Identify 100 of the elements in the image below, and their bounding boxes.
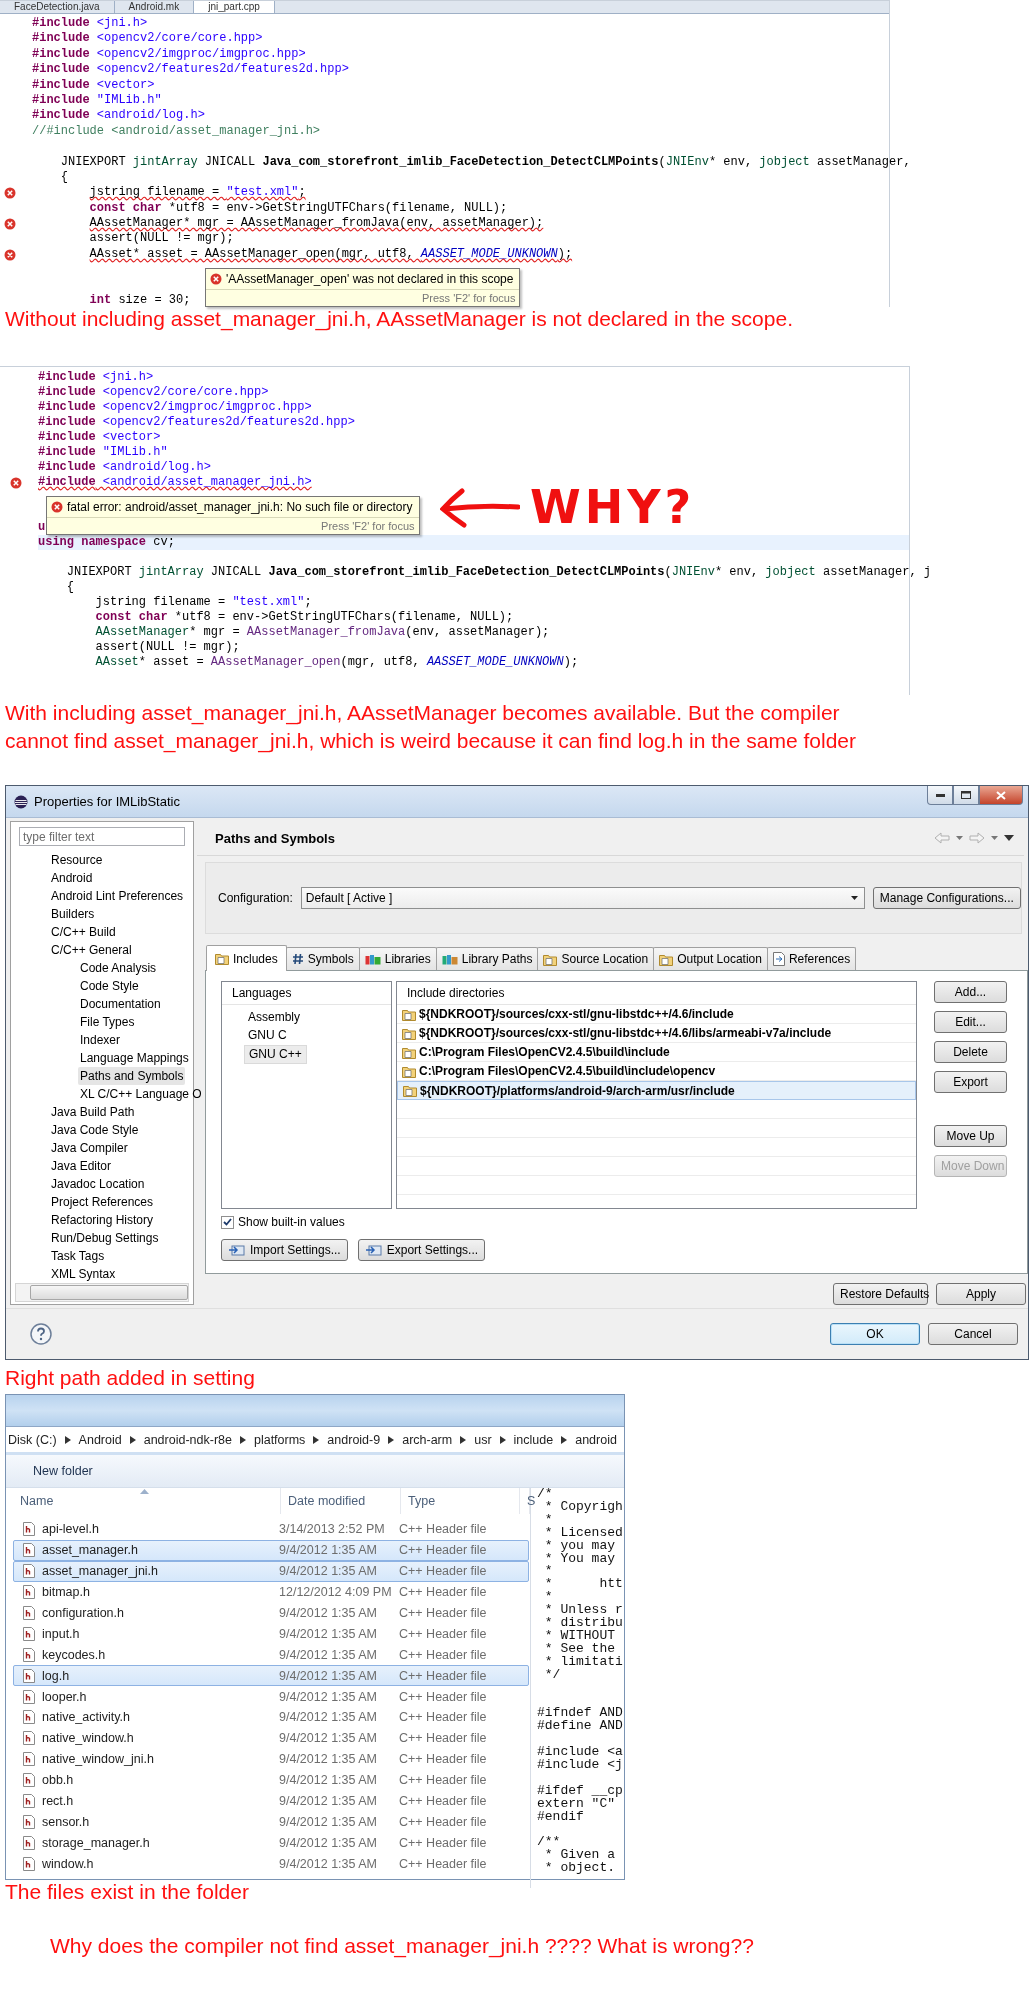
breadcrumb-item[interactable]: android-9 [327, 1432, 381, 1447]
manage-configurations-button[interactable]: Manage Configurations... [872, 887, 1021, 909]
side-button[interactable]: Move Up [934, 1125, 1007, 1147]
side-button[interactable]: Edit... [934, 1011, 1007, 1033]
breadcrumb-item[interactable]: arch-arm [402, 1432, 453, 1447]
page-button[interactable]: Restore Defaults [833, 1283, 928, 1305]
breadcrumb-item[interactable]: android [575, 1432, 617, 1447]
tree-item[interactable]: Code Style [78, 977, 141, 996]
code-line: #include <jni.h> [32, 16, 148, 32]
file-row[interactable]: rect.h 9/4/2012 1:35 AM C++ Header file [13, 1790, 529, 1812]
directory-row[interactable]: C:\Program Files\OpenCV2.4.5\build\include [397, 1043, 916, 1062]
toolbar-button[interactable]: New folder [29, 1461, 97, 1481]
breadcrumb-item[interactable]: Android [78, 1432, 122, 1447]
side-button[interactable]: Add... [934, 981, 1007, 1003]
tree-item[interactable]: Java Code Style [49, 1121, 141, 1140]
file-row[interactable]: asset_manager_jni.h 9/4/2012 1:35 AM C++ Header file [13, 1560, 529, 1582]
file-row[interactable]: storage_manager.h 9/4/2012 1:35 AM C++ Header file [13, 1832, 529, 1854]
tree-item[interactable]: Resource [49, 851, 105, 870]
breadcrumb-item[interactable]: Disk (C:) [8, 1432, 57, 1447]
column-header[interactable]: S [527, 1494, 536, 1508]
tab[interactable]: Source Location [537, 947, 655, 970]
tree-item[interactable]: Code Analysis [78, 959, 159, 978]
file-row[interactable]: obb.h 9/4/2012 1:35 AM C++ Header file [13, 1769, 529, 1791]
directory-row[interactable]: ${NDKROOT}/sources/cxx-stl/gnu-libstdc++/4.6/libs/armeabi-v7a/include [397, 1024, 916, 1043]
tree-item[interactable]: Language Mappings [78, 1049, 191, 1068]
file-type: C++ Header file [399, 1710, 487, 1725]
file-type: C++ Header file [399, 1626, 487, 1641]
file-row[interactable]: window.h 9/4/2012 1:35 AM C++ Header file [13, 1853, 529, 1875]
filter-field[interactable]: type filter text [19, 827, 185, 847]
language-item[interactable]: Assembly [244, 1009, 304, 1026]
tree-item[interactable]: Paths and Symbols [78, 1067, 186, 1086]
file-row[interactable]: input.h 9/4/2012 1:35 AM C++ Header file [13, 1623, 529, 1645]
breadcrumb-item[interactable]: platforms [253, 1432, 306, 1447]
directory-row[interactable]: ${NDKROOT}/sources/cxx-stl/gnu-libstdc++/4.6/include [397, 1005, 916, 1024]
file-row[interactable]: native_window_jni.h 9/4/2012 1:35 AM C++ Header file [13, 1748, 529, 1770]
page-button[interactable]: Apply [936, 1283, 1026, 1305]
code-line: #include <opencv2/core/core.hpp> [38, 385, 269, 400]
tree-item[interactable]: Project References [49, 1193, 156, 1212]
dialog-button[interactable]: OK [830, 1323, 920, 1345]
breadcrumb-item[interactable]: usr [474, 1432, 492, 1447]
tree-item[interactable]: Java Compiler [49, 1139, 130, 1158]
configuration-dropdown[interactable]: Default [ Active ] [300, 887, 865, 909]
editor-tab[interactable]: jni_part.cpp [194, 1, 275, 13]
file-date: 9/4/2012 1:35 AM [279, 1752, 377, 1767]
question-text: Why does the compiler not find asset_manager_jni.h ???? What is wrong?? [50, 1934, 754, 1958]
tab[interactable]: Output Location [653, 947, 768, 970]
tab[interactable]: Libraries [358, 947, 437, 970]
tree-item[interactable]: XL C/C++ Language O [78, 1085, 204, 1104]
column-header[interactable]: Name [20, 1494, 54, 1508]
settings-button[interactable]: Import Settings... [221, 1239, 348, 1261]
tree-item[interactable]: Task Tags [49, 1247, 107, 1266]
tree-item[interactable]: Android [49, 869, 95, 888]
tab[interactable]: Includes [206, 945, 287, 971]
editor-tab[interactable]: FaceDetection.java [0, 1, 115, 13]
code-line: JNIEXPORT jintArray JNICALL Java_com_storefront_imlib_FaceDetection_DetectCLMPoints(JNIEnv* env, jobject assetManager, [60, 154, 911, 170]
tree-item[interactable]: XML Syntax [49, 1265, 118, 1284]
code-line: AAsset* asset = AAssetManager_open(mgr, utf8, AASSET_MODE_UNKNOWN); [89, 246, 573, 263]
code-line: JNIEXPORT jintArray JNICALL Java_com_storefront_imlib_FaceDetection_DetectCLMPoints(JNIEnv* env, jobject assetManager, j [66, 565, 931, 580]
tree-item[interactable]: Indexer [78, 1031, 123, 1050]
file-row[interactable]: looper.h 9/4/2012 1:35 AM C++ Header file [13, 1686, 529, 1707]
tab[interactable]: Symbols [285, 947, 360, 970]
side-button[interactable]: Export [934, 1071, 1007, 1093]
file-row[interactable]: api-level.h 3/14/2013 2:52 PM C++ Header file [13, 1519, 529, 1540]
side-button[interactable]: Delete [934, 1041, 1007, 1063]
code-line: #include <opencv2/imgproc/imgproc.hpp> [32, 46, 306, 63]
language-item[interactable]: GNU C++ [244, 1045, 307, 1064]
preview-line: #ifdef __cp [537, 1784, 623, 1798]
tree-item[interactable]: Javadoc Location [49, 1175, 147, 1194]
tree-item[interactable]: Java Editor [49, 1157, 114, 1176]
tree-item[interactable]: Documentation [78, 995, 163, 1014]
file-row[interactable]: log.h 9/4/2012 1:35 AM C++ Header file [13, 1665, 529, 1687]
settings-button[interactable]: Export Settings... [357, 1239, 486, 1261]
tree-item[interactable]: File Types [78, 1013, 137, 1032]
tree-item[interactable]: Java Build Path [49, 1103, 137, 1122]
tree-item[interactable]: C/C++ General [49, 941, 134, 960]
column-header[interactable]: Date modified [288, 1494, 366, 1508]
language-item[interactable]: GNU C [244, 1027, 291, 1044]
tree-item[interactable]: C/C++ Build [49, 923, 118, 942]
breadcrumb-item[interactable]: include [513, 1432, 554, 1447]
file-name: rect.h [42, 1794, 74, 1808]
file-row[interactable]: native_activity.h 9/4/2012 1:35 AM C++ Header file [13, 1707, 529, 1728]
column-header[interactable]: Type [408, 1494, 436, 1508]
dialog-button[interactable]: Cancel [928, 1323, 1018, 1345]
file-row[interactable]: bitmap.h 12/12/2012 4:09 PM C++ Header file [13, 1581, 529, 1603]
caption-text: With including asset_manager_jni.h, AAssetManager becomes available. But the compiler [5, 700, 840, 727]
tree-item[interactable]: Android Lint Preferences [49, 887, 186, 906]
code-line: const char *utf8 = env->GetStringUTFChars(filename, NULL); [95, 610, 514, 625]
file-row[interactable]: configuration.h 9/4/2012 1:35 AM C++ Header file [13, 1602, 529, 1624]
tab[interactable]: References [766, 947, 857, 970]
tab[interactable]: Library Paths [435, 947, 539, 970]
tree-item[interactable]: Builders [49, 905, 97, 924]
preview-line: * [543, 1591, 553, 1605]
file-row[interactable]: asset_manager.h 9/4/2012 1:35 AM C++ Header file [13, 1539, 529, 1561]
tree-item[interactable]: Run/Debug Settings [49, 1229, 161, 1248]
breadcrumb-item[interactable]: android-ndk-r8e [143, 1432, 232, 1447]
file-row[interactable]: keycodes.h 9/4/2012 1:35 AM C++ Header file [13, 1644, 529, 1666]
file-row[interactable]: sensor.h 9/4/2012 1:35 AM C++ Header file [13, 1811, 529, 1833]
directory-row[interactable]: ${NDKROOT}/platforms/android-9/arch-arm/usr/include [397, 1081, 916, 1100]
tree-item[interactable]: Refactoring History [49, 1211, 156, 1230]
file-row[interactable]: native_window.h 9/4/2012 1:35 AM C++ Header file [13, 1727, 529, 1749]
